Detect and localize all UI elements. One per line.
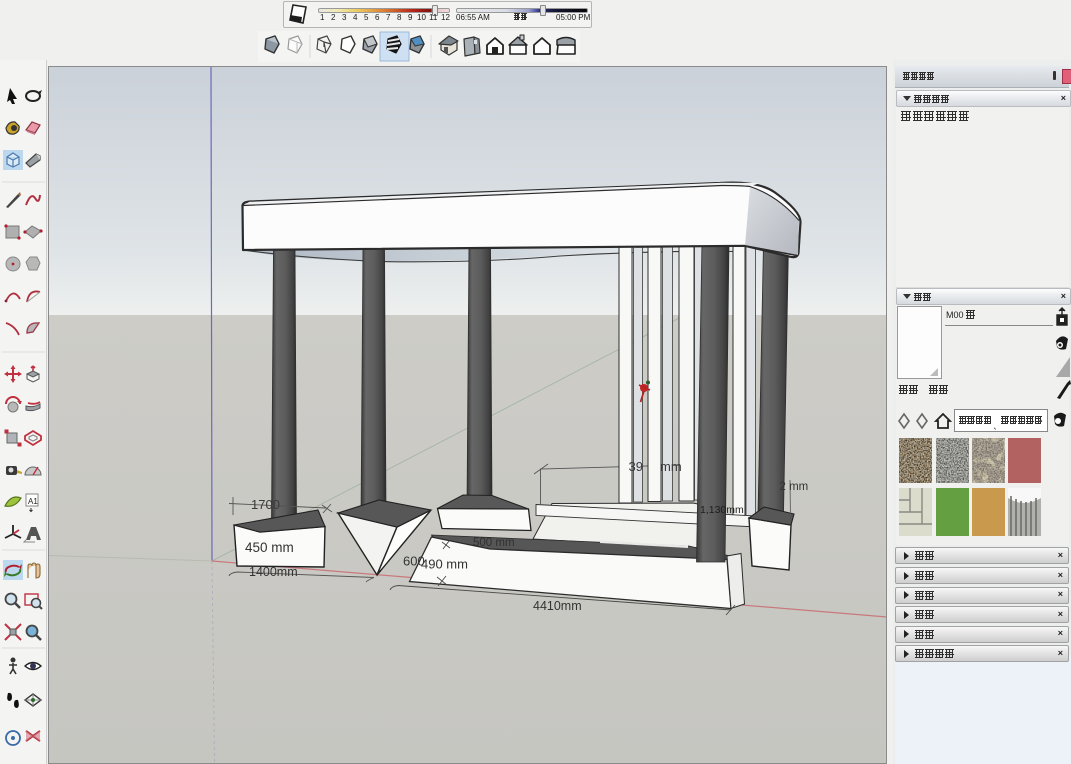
svg-text:4410mm: 4410mm — [533, 599, 582, 613]
svg-text:mm: mm — [660, 459, 682, 474]
svg-text:39: 39 — [629, 459, 643, 474]
svg-text:2 mm: 2 mm — [780, 481, 809, 493]
svg-text:490 mm: 490 mm — [421, 557, 468, 572]
svg-text:A1: A1 — [28, 497, 38, 506]
svg-text:1400mm: 1400mm — [249, 565, 298, 579]
svg-text:450 mm: 450 mm — [245, 540, 294, 555]
svg-text:1,130mm: 1,130mm — [700, 504, 744, 516]
svg-text:500 mm: 500 mm — [473, 537, 515, 549]
svg-text:1700: 1700 — [251, 497, 280, 512]
